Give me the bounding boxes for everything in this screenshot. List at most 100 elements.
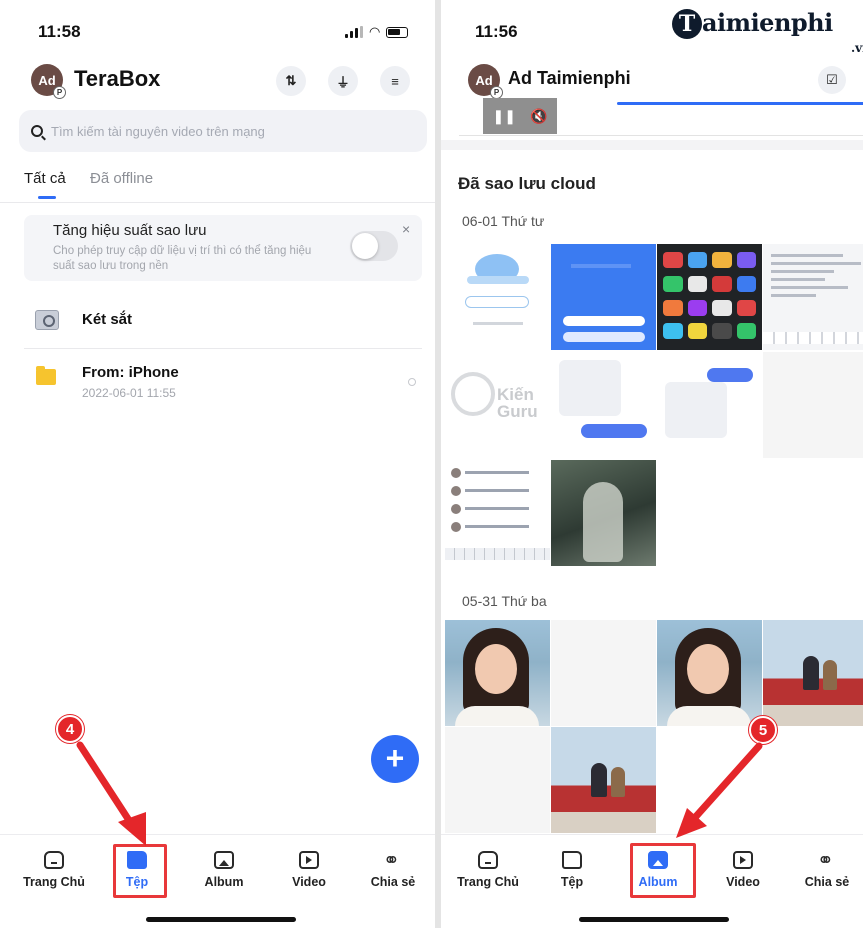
list-icon[interactable]: ≡ bbox=[380, 66, 410, 96]
photo-thumbnail[interactable] bbox=[551, 727, 656, 833]
nav-label: Video bbox=[292, 875, 326, 889]
backup-card-description: Cho phép truy cập dữ liệu vị trí thì có … bbox=[53, 245, 312, 272]
date-group-label: 06-01 Thứ tư bbox=[462, 213, 545, 229]
video-icon bbox=[733, 851, 753, 869]
cloud-backup-title: Đã sao lưu cloud bbox=[458, 174, 596, 193]
status-time: 11:56 bbox=[475, 22, 518, 41]
watermark-sub: .vn bbox=[851, 41, 863, 55]
search-bar[interactable] bbox=[19, 110, 427, 152]
file-row-safe[interactable]: Két sắt bbox=[24, 307, 422, 337]
highlight-box-files bbox=[113, 844, 167, 898]
filter-icon[interactable]: ⏚ bbox=[328, 66, 358, 96]
nav-label: Trang Chủ bbox=[457, 875, 519, 889]
bottom-nav: Trang Chủ Tệp Album Video Chia sẻ bbox=[0, 834, 435, 928]
photo-thumbnail[interactable] bbox=[763, 244, 863, 350]
sort-icon[interactable]: ⇅ bbox=[276, 66, 306, 96]
user-name: Ad Taimienphi bbox=[508, 68, 631, 88]
backup-toggle[interactable] bbox=[350, 231, 398, 261]
avatar-initials: Ad bbox=[475, 72, 493, 88]
close-icon[interactable]: × bbox=[402, 221, 410, 237]
toggle-knob bbox=[352, 233, 378, 259]
avatar[interactable]: Ad P bbox=[468, 64, 503, 99]
pause-icon[interactable]: ❚❚ bbox=[493, 108, 516, 125]
divider bbox=[0, 202, 435, 203]
photo-thumbnail[interactable]: Kiến Guru bbox=[445, 352, 550, 458]
mute-icon[interactable]: 🔇 bbox=[530, 108, 547, 125]
divider bbox=[24, 348, 422, 349]
avatar-badge: P bbox=[53, 86, 66, 99]
battery-icon bbox=[386, 26, 409, 38]
nav-label: Chia sẻ bbox=[370, 875, 416, 889]
file-row-iphone-folder[interactable]: From: iPhone 2022-06-01 11:55 bbox=[24, 362, 422, 406]
highlight-box-album bbox=[630, 843, 696, 898]
folder-icon bbox=[36, 366, 56, 385]
file-date: 2022-06-01 11:55 bbox=[82, 386, 176, 400]
video-preview-strip: ❚❚ 🔇 bbox=[459, 96, 863, 136]
image-icon bbox=[214, 851, 234, 869]
terabox-album-screen: 11:56 T aimienphi .vn Ad P Ad Taimienphi… bbox=[441, 0, 863, 928]
photo-thumbnail[interactable] bbox=[551, 620, 656, 726]
photo-thumbnail[interactable] bbox=[763, 352, 863, 458]
photo-thumbnail[interactable] bbox=[445, 727, 550, 833]
app-title: TeraBox bbox=[74, 66, 161, 91]
nav-label: Tệp bbox=[560, 875, 584, 889]
photo-thumbnail[interactable] bbox=[763, 620, 863, 726]
terabox-files-screen: 11:58 ◠ Ad P TeraBox ⇅ ⏚ ≡ Tất cả Đã off… bbox=[0, 0, 435, 928]
progress-bar bbox=[617, 102, 863, 105]
home-icon bbox=[44, 851, 64, 869]
nav-label: Video bbox=[726, 875, 760, 889]
section-separator bbox=[441, 140, 863, 150]
nav-video[interactable]: Video bbox=[274, 851, 344, 889]
share-icon bbox=[817, 848, 837, 873]
photo-thumbnail[interactable] bbox=[551, 244, 656, 350]
nav-share[interactable]: Chia sẻ bbox=[792, 848, 862, 889]
nav-label: Trang Chủ bbox=[23, 875, 85, 889]
photo-thumbnail[interactable] bbox=[551, 460, 656, 566]
safe-icon bbox=[35, 310, 59, 330]
video-controls[interactable]: ❚❚ 🔇 bbox=[483, 98, 557, 134]
search-icon bbox=[31, 125, 43, 137]
signal-icon bbox=[345, 26, 363, 38]
file-name: Két sắt bbox=[82, 311, 133, 328]
photo-thumbnail[interactable] bbox=[657, 244, 762, 350]
nav-files[interactable]: Tệp bbox=[537, 851, 607, 889]
nav-home[interactable]: Trang Chủ bbox=[19, 851, 89, 889]
home-indicator bbox=[579, 917, 729, 922]
video-icon bbox=[299, 851, 319, 869]
select-icon[interactable]: ☑ bbox=[818, 66, 846, 94]
nav-label: Album bbox=[204, 875, 244, 889]
photo-thumbnail[interactable] bbox=[445, 620, 550, 726]
nav-video[interactable]: Video bbox=[708, 851, 778, 889]
photo-thumbnail[interactable] bbox=[445, 460, 550, 566]
add-button[interactable]: + bbox=[371, 735, 419, 783]
share-icon bbox=[383, 848, 403, 873]
watermark-text: aimienphi bbox=[702, 8, 833, 37]
watermark-letter: T bbox=[672, 9, 702, 39]
tab-offline[interactable]: Đã offline bbox=[90, 170, 153, 187]
step-badge-4: 4 bbox=[56, 715, 84, 743]
step-badge-5: 5 bbox=[749, 716, 777, 744]
tab-all[interactable]: Tất cả bbox=[24, 170, 66, 187]
home-indicator bbox=[146, 917, 296, 922]
status-time: 11:58 bbox=[38, 22, 81, 41]
search-input[interactable] bbox=[51, 123, 411, 139]
photo-thumbnail[interactable] bbox=[551, 352, 656, 458]
date-group-label: 05-31 Thứ ba bbox=[462, 593, 547, 609]
active-tab-indicator bbox=[38, 196, 56, 199]
backup-card-title: Tăng hiệu suất sao lưu bbox=[53, 222, 207, 239]
photo-thumbnail[interactable] bbox=[657, 352, 762, 458]
avatar-initials: Ad bbox=[38, 72, 56, 88]
thumbnail-caption: Kiến Guru bbox=[497, 385, 538, 421]
nav-share[interactable]: Chia sẻ bbox=[358, 848, 428, 889]
photo-thumbnail[interactable] bbox=[657, 620, 762, 726]
nav-home[interactable]: Trang Chủ bbox=[453, 851, 523, 889]
backup-performance-card: Tăng hiệu suất sao lưu Cho phép truy cập… bbox=[24, 215, 422, 281]
avatar[interactable]: Ad P bbox=[31, 64, 66, 99]
photo-thumbnail[interactable] bbox=[445, 244, 550, 350]
status-icons: ◠ bbox=[345, 24, 409, 40]
watermark-logo: T aimienphi .vn bbox=[672, 8, 863, 55]
select-radio[interactable] bbox=[408, 378, 416, 386]
wifi-icon: ◠ bbox=[369, 24, 381, 39]
nav-album[interactable]: Album bbox=[189, 851, 259, 889]
home-icon bbox=[478, 851, 498, 869]
